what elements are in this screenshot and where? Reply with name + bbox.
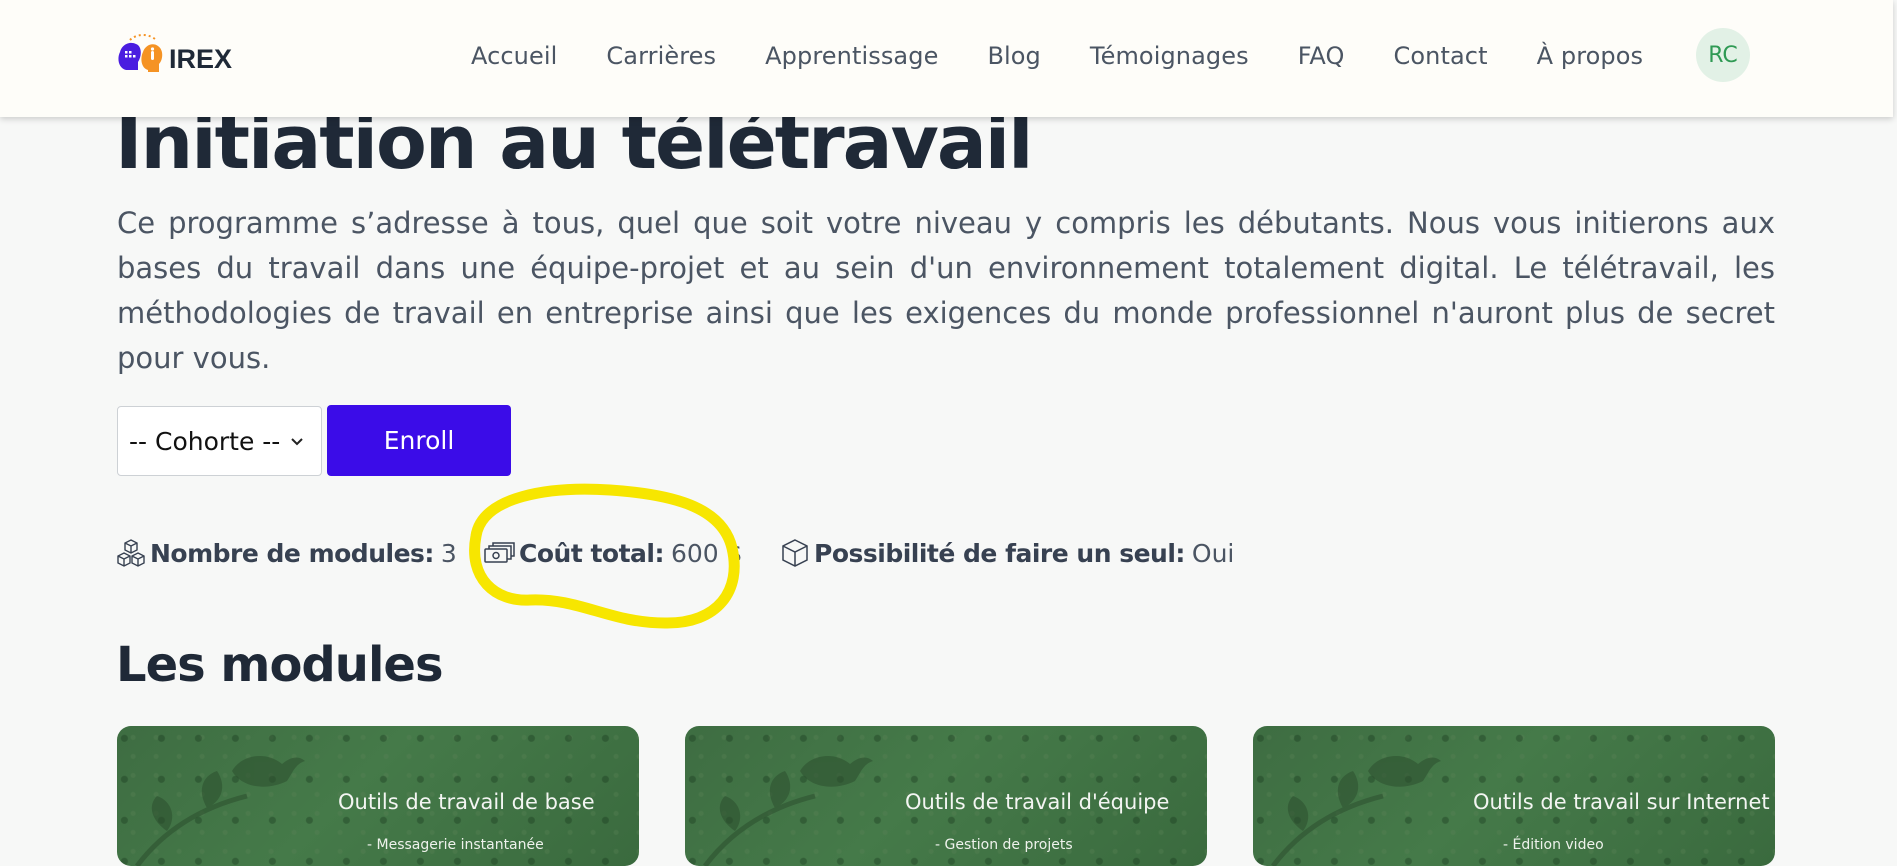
nav-temoignages[interactable]: Témoignages xyxy=(1090,42,1249,70)
main-nav: Accueil Carrières Apprentissage Blog Tém… xyxy=(471,42,1692,70)
module-card-title: Outils de travail sur Internet xyxy=(1473,790,1770,814)
nav-contact[interactable]: Contact xyxy=(1394,42,1488,70)
stat-single-label: Possibilité de faire un seul: xyxy=(814,538,1185,568)
nav-accueil[interactable]: Accueil xyxy=(471,42,557,70)
stat-single-value: Oui xyxy=(1191,538,1235,568)
irex-logo-icon xyxy=(118,33,163,72)
nav-a-propos[interactable]: À propos xyxy=(1537,42,1644,70)
chevron-down-icon xyxy=(291,438,304,446)
nav-blog[interactable]: Blog xyxy=(987,42,1040,70)
enroll-button[interactable]: Enroll xyxy=(327,405,511,476)
module-card[interactable]: Outils de travail de base - Messagerie i… xyxy=(117,726,639,866)
user-avatar[interactable]: RC xyxy=(1696,28,1750,82)
module-card[interactable]: Outils de travail d'équipe - Gestion de … xyxy=(685,726,1207,866)
nav-apprentissage[interactable]: Apprentissage xyxy=(765,42,938,70)
logo[interactable]: IREX xyxy=(116,32,232,76)
stat-single: Possibilité de faire un seul: Oui xyxy=(780,538,1234,568)
nav-faq[interactable]: FAQ xyxy=(1298,42,1345,70)
box-icon xyxy=(782,539,808,567)
stat-modules: Nombre de modules: 3 xyxy=(116,538,457,568)
module-card-title: Outils de travail de base xyxy=(338,790,595,814)
modules-section-title: Les modules xyxy=(116,637,444,693)
stat-modules-label: Nombre de modules: xyxy=(150,538,434,568)
stat-cost: Coût total: 600 $ xyxy=(483,538,743,568)
stat-modules-value: 3 xyxy=(440,538,457,568)
program-description: Ce programme s’adresse à tous, quel que … xyxy=(117,206,1775,375)
module-card-subtitle: - Gestion de projets xyxy=(935,837,1073,853)
module-card[interactable]: Outils de travail sur Internet - Édition… xyxy=(1253,726,1775,866)
cohort-select[interactable]: -- Cohorte -- xyxy=(117,406,322,476)
module-card-subtitle: - Édition video xyxy=(1503,837,1604,853)
cubes-icon xyxy=(117,539,145,567)
module-card-title: Outils de travail d'équipe xyxy=(905,790,1170,814)
stat-cost-label: Coût total: xyxy=(519,538,665,568)
logo-text: IREX xyxy=(169,43,233,74)
nav-carrieres[interactable]: Carrières xyxy=(606,42,716,70)
top-navbar: IREX Accueil Carrières Apprentissage Blo… xyxy=(0,0,1893,117)
stat-cost-value: 600 $ xyxy=(671,538,743,568)
module-card-subtitle: - Messagerie instantanée xyxy=(367,837,544,853)
enroll-controls: -- Cohorte -- Enroll xyxy=(117,405,511,476)
cohort-select-value: -- Cohorte -- xyxy=(129,426,281,456)
money-icon xyxy=(484,542,515,563)
